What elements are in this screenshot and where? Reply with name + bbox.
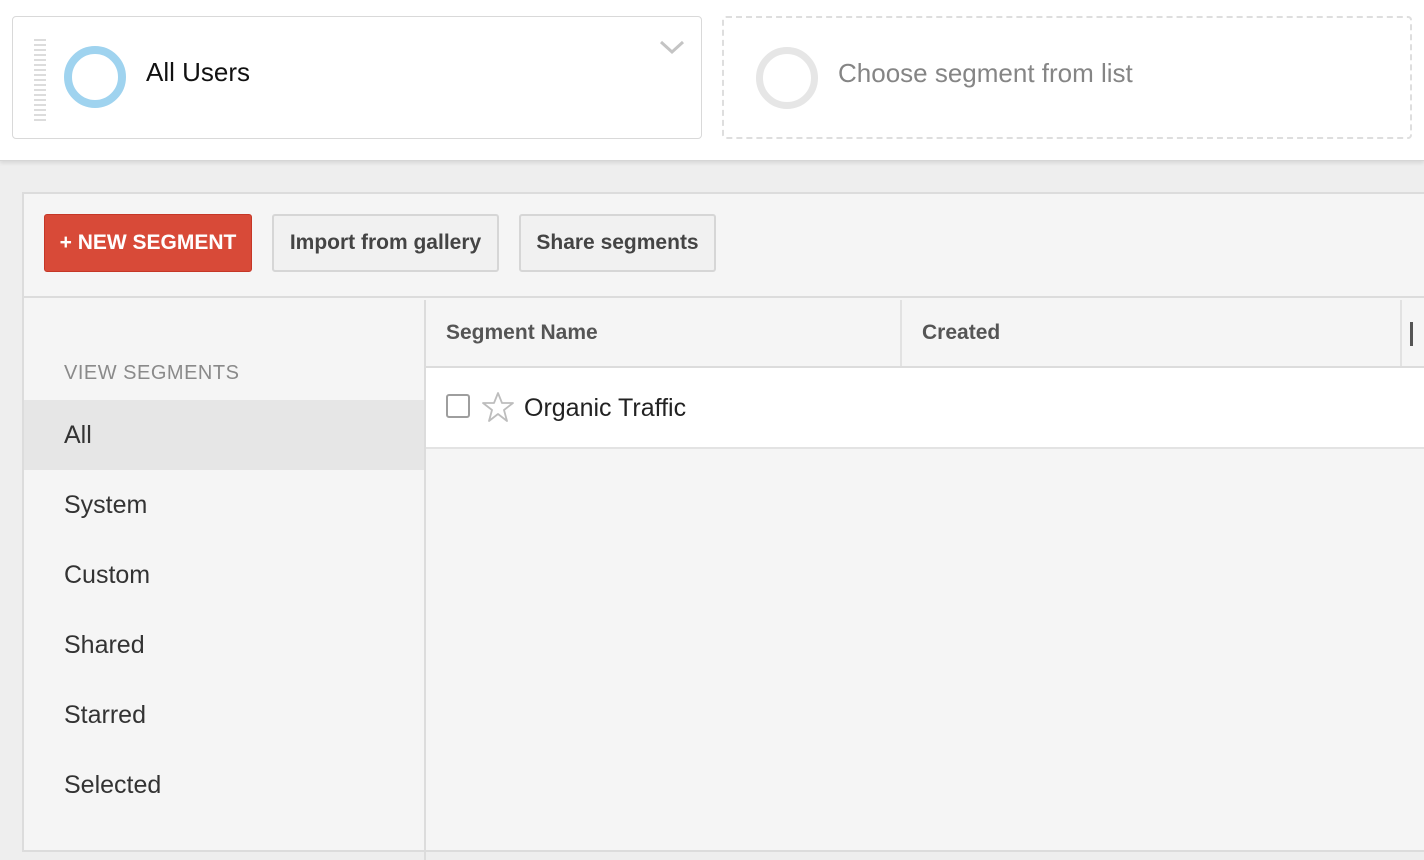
row-checkbox[interactable]	[446, 394, 470, 418]
column-header-created[interactable]: Created	[902, 300, 1402, 366]
active-segment-card[interactable]: All Users	[12, 16, 702, 139]
import-from-gallery-button[interactable]: Import from gallery	[272, 214, 499, 272]
table-row[interactable]: Organic Traffic	[426, 368, 1424, 449]
sidebar-item-selected[interactable]: Selected	[24, 750, 424, 820]
add-segment-slot[interactable]: Choose segment from list	[722, 16, 1412, 139]
active-segment-name: All Users	[146, 57, 251, 87]
new-segment-button[interactable]: + NEW SEGMENT	[44, 214, 252, 272]
view-segments-heading: VIEW SEGMENTS	[64, 362, 240, 384]
segment-table: Segment Name Created Organic Traffic	[426, 300, 1424, 860]
segment-panel: + NEW SEGMENT Import from gallery Share …	[22, 192, 1424, 860]
empty-segment-donut-icon	[756, 47, 818, 109]
chevron-down-icon[interactable]	[657, 35, 687, 59]
sidebar-item-custom[interactable]: Custom	[24, 540, 424, 610]
sidebar-item-system[interactable]: System	[24, 470, 424, 540]
choose-segment-text: Choose segment from list	[838, 58, 1133, 88]
sidebar-item-starred[interactable]: Starred	[24, 680, 424, 750]
column-header-truncated	[1402, 300, 1424, 366]
star-icon[interactable]	[481, 390, 515, 424]
segment-name-cell[interactable]: Organic Traffic	[524, 394, 686, 423]
segment-filter-sidebar: VIEW SEGMENTS All System Custom Shared S…	[24, 300, 426, 860]
segment-bar: All Users Choose segment from list	[0, 0, 1424, 161]
sidebar-item-shared[interactable]: Shared	[24, 610, 424, 680]
column-header-segment-name[interactable]: Segment Name	[426, 300, 902, 366]
segment-toolbar: + NEW SEGMENT Import from gallery Share …	[24, 194, 1424, 298]
drag-handle[interactable]	[34, 39, 46, 121]
table-header: Segment Name Created	[426, 300, 1424, 368]
share-segments-button[interactable]: Share segments	[519, 214, 716, 272]
sidebar-item-all[interactable]: All	[24, 400, 424, 470]
segment-donut-icon	[64, 46, 126, 108]
